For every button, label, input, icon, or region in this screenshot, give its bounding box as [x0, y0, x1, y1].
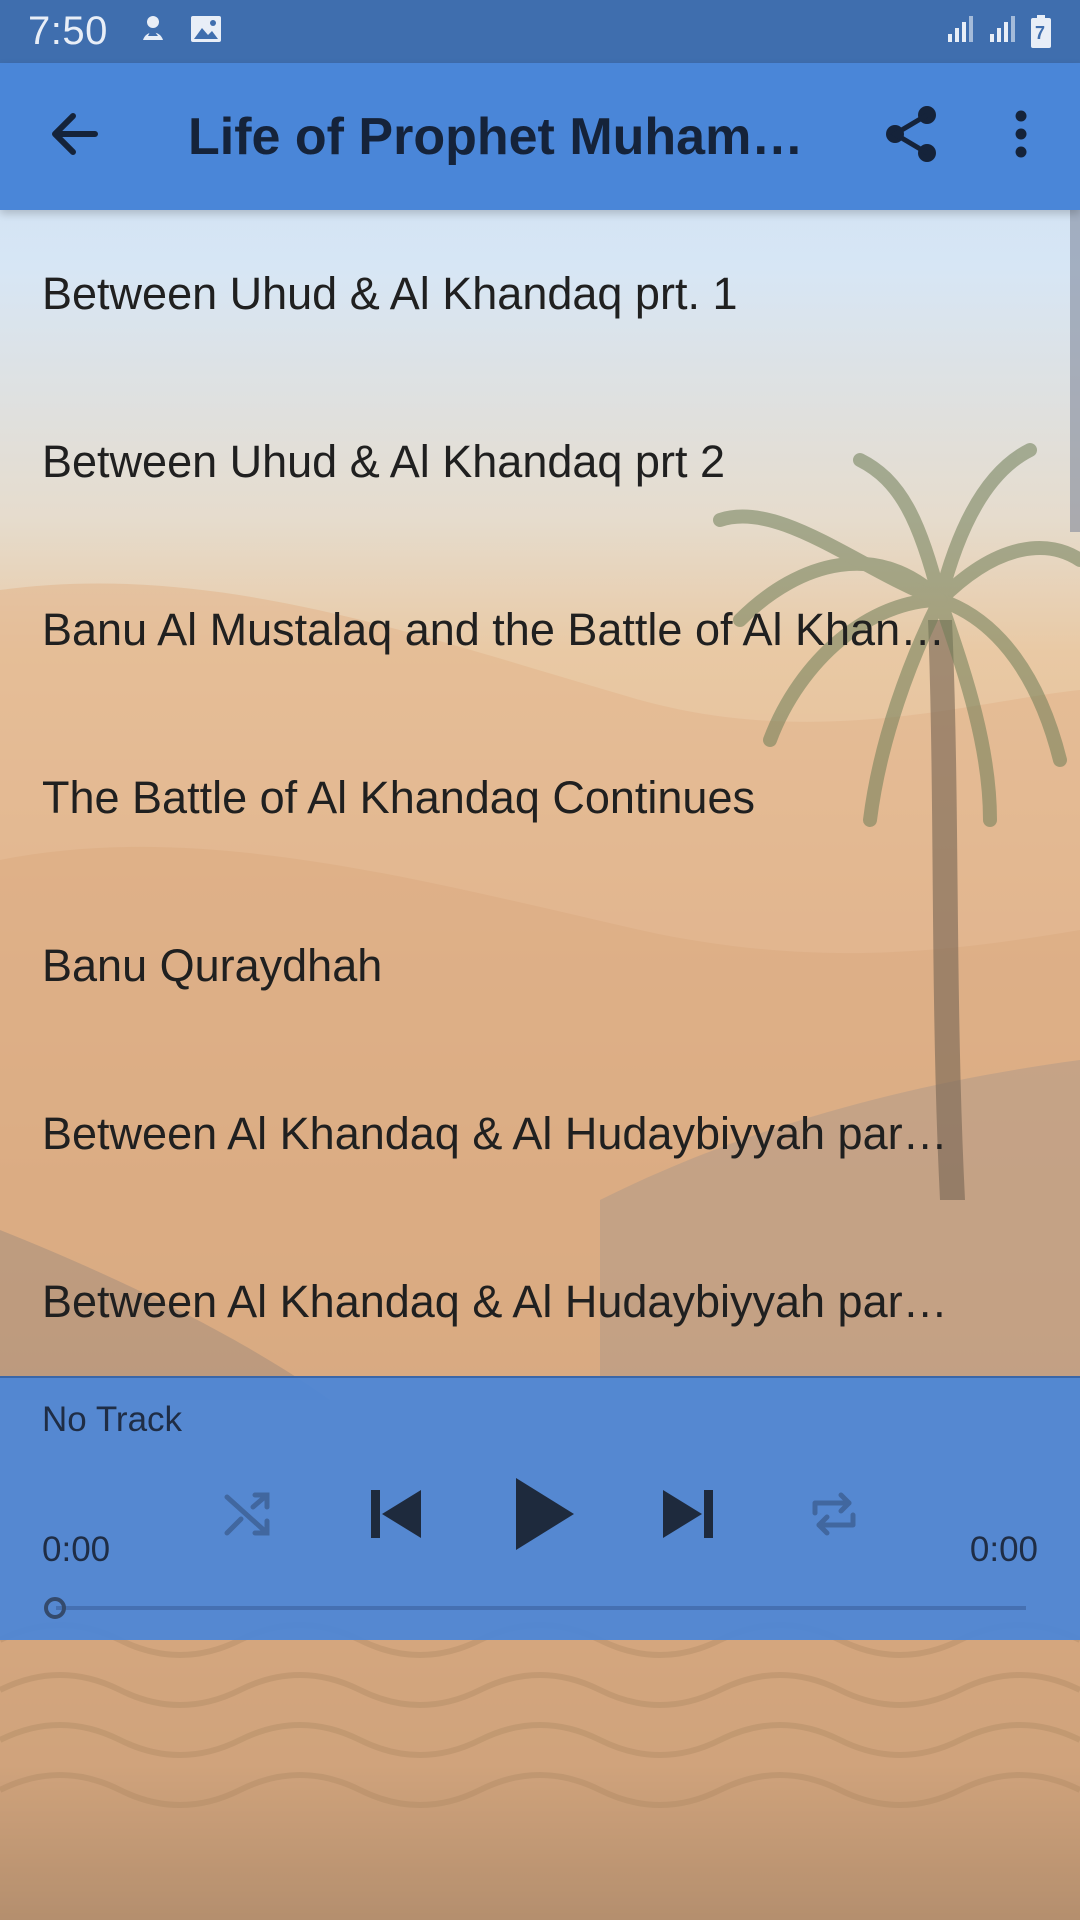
status-time: 7:50	[28, 9, 108, 53]
image-icon	[190, 14, 222, 49]
list-item[interactable]: Between Al Khandaq & Al Hudaybiyyah part…	[0, 1050, 1080, 1218]
track-title: The Battle of Al Khandaq Continues	[42, 772, 755, 823]
play-button[interactable]	[500, 1468, 590, 1564]
signal-icon	[946, 14, 976, 49]
now-playing-title: No Track	[42, 1400, 183, 1439]
track-list: Between Uhud & Al Khandaq prt. 1 Between…	[0, 210, 1080, 1376]
skip-next-icon	[661, 1488, 715, 1545]
track-title: Between Al Khandaq & Al Hudaybiyyah part…	[42, 1108, 952, 1159]
skip-next-button[interactable]	[652, 1480, 724, 1552]
notification-icon	[138, 14, 168, 49]
signal-icon	[988, 14, 1018, 49]
total-time: 0:00	[969, 1530, 1038, 1569]
audio-player: No Track 0:00 0:00	[0, 1376, 1080, 1640]
track-title: Banu Quraydhah	[42, 940, 383, 991]
arrow-back-icon	[49, 112, 99, 161]
list-item[interactable]: The Battle of Al Khandaq Continues	[0, 714, 1080, 882]
back-button[interactable]	[0, 63, 148, 210]
list-item[interactable]: Banu Quraydhah	[0, 882, 1080, 1050]
repeat-button[interactable]	[804, 1486, 864, 1546]
track-title: Between Al Khandaq & Al Hudaybiyyah part…	[42, 1276, 952, 1327]
list-item[interactable]: Between Uhud & Al Khandaq prt. 1	[0, 210, 1080, 378]
list-item[interactable]: Between Uhud & Al Khandaq prt 2	[0, 378, 1080, 546]
skip-previous-icon	[369, 1488, 423, 1545]
list-item[interactable]: Between Al Khandaq & Al Hudaybiyyah part…	[0, 1218, 1080, 1376]
track-title: Between Uhud & Al Khandaq prt 2	[42, 436, 725, 487]
shuffle-button[interactable]	[218, 1486, 278, 1546]
shuffle-icon	[223, 1491, 273, 1542]
more-vert-icon	[1014, 110, 1028, 163]
track-title: Between Uhud & Al Khandaq prt. 1	[42, 268, 738, 319]
share-icon	[884, 105, 938, 168]
play-icon	[514, 1476, 576, 1557]
list-scrollbar[interactable]	[1070, 210, 1080, 532]
seek-thumb[interactable]	[44, 1597, 66, 1619]
repeat-icon	[809, 1491, 859, 1542]
app-bar: Life of Prophet Muhammad	[0, 63, 1080, 210]
skip-previous-button[interactable]	[360, 1480, 432, 1552]
current-time: 0:00	[42, 1530, 111, 1569]
track-title: Banu Al Mustalaq and the Battle of Al Kh…	[42, 604, 952, 655]
player-controls	[0, 1458, 1080, 1578]
battery-icon: 7	[1030, 14, 1052, 49]
overflow-menu-button[interactable]	[966, 63, 1076, 210]
status-bar: 7:50 7	[0, 0, 1080, 63]
progress-bar[interactable]	[56, 1606, 1026, 1610]
page-title: Life of Prophet Muhammad	[188, 107, 848, 166]
list-item[interactable]: Banu Al Mustalaq and the Battle of Al Kh…	[0, 546, 1080, 714]
share-button[interactable]	[856, 63, 966, 210]
battery-level-text: 7	[1035, 22, 1046, 43]
